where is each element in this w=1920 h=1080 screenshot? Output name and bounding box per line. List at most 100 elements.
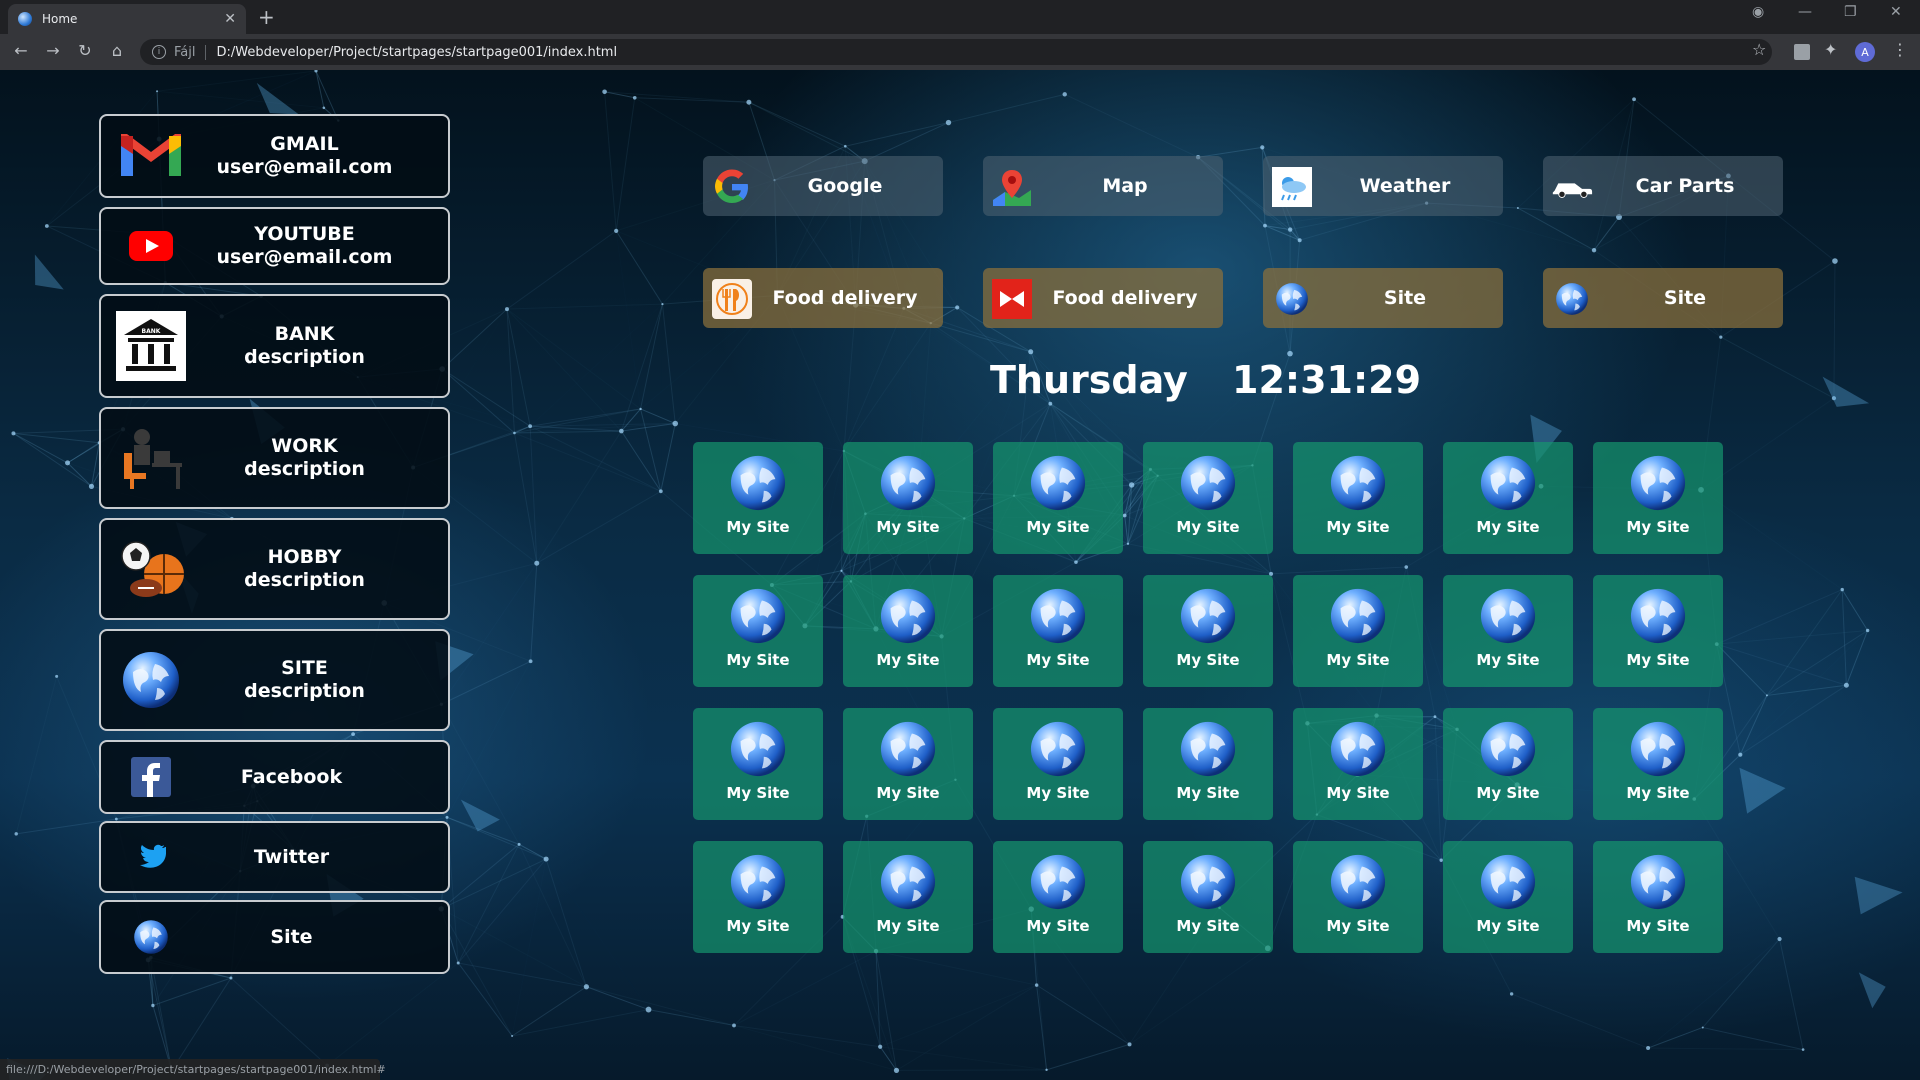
site-tile[interactable]: My Site [1143,575,1273,687]
site-tile-label: My Site [876,518,940,536]
quick-link-map[interactable]: Map [983,156,1223,216]
globe-icon [1479,720,1537,778]
quick-link-food-delivery[interactable]: Food delivery [983,268,1223,328]
browser-menu-icon[interactable]: ⋮ [1892,40,1908,59]
site-tile[interactable]: My Site [1443,575,1573,687]
close-window-icon[interactable]: ✕ [1890,4,1902,20]
site-tile[interactable]: My Site [1293,841,1423,953]
info-icon[interactable]: i [152,45,166,59]
sidebar-link-facebook[interactable]: Facebook [99,740,450,814]
minimize-icon[interactable]: — [1798,4,1812,20]
sidebar-link-youtube[interactable]: YOUTUBE user@email.com [99,207,450,285]
tab-search-icon[interactable]: ◉ [1752,4,1764,20]
quick-link-weather[interactable]: Weather [1263,156,1503,216]
sidebar-link-work[interactable]: WORK description [99,407,450,509]
sidebar-link-site[interactable]: SITE description [99,629,450,731]
globe-icon [1479,587,1537,645]
globe-icon [115,644,187,716]
sidebar-link-hobby[interactable]: HOBBY description [99,518,450,620]
globe-icon [729,587,787,645]
sidebar-link-site[interactable]: Site [99,900,450,974]
site-tile[interactable]: My Site [693,575,823,687]
quick-link-food-delivery[interactable]: Food delivery [703,268,943,328]
reload-icon[interactable]: ↻ [74,41,96,60]
site-tile[interactable]: My Site [1593,841,1723,953]
site-tile[interactable]: My Site [843,841,973,953]
site-tile[interactable]: My Site [693,841,823,953]
site-tile-label: My Site [726,651,790,669]
site-tile[interactable]: My Site [1443,442,1573,554]
globe-icon [1029,853,1087,911]
close-tab-icon[interactable]: ✕ [224,11,236,27]
site-tile[interactable]: My Site [1443,708,1573,820]
site-tile[interactable]: My Site [1593,575,1723,687]
tab-title: Home [42,12,78,26]
sidebar-link-title: GMAIL [270,133,339,155]
home-icon[interactable]: ⌂ [106,41,128,60]
sidebar-link-title: YOUTUBE [254,223,355,245]
sidebar-link-title: WORK [271,435,338,457]
quick-link-site[interactable]: Site [1543,268,1783,328]
sidebar-link-title: HOBBY [267,546,342,568]
sidebar-link-bank[interactable]: BANK BANK description [99,294,450,398]
site-tile-label: My Site [1326,784,1390,802]
site-tile[interactable]: My Site [1293,708,1423,820]
new-tab-icon[interactable]: + [258,5,275,29]
site-tile-label: My Site [1476,784,1540,802]
site-tile[interactable]: My Site [993,575,1123,687]
sidebar-link-subtitle: user@email.com [216,156,393,178]
sidebar-link-gmail[interactable]: GMAIL user@email.com [99,114,450,198]
site-tile-label: My Site [1626,651,1690,669]
site-tile[interactable]: My Site [1143,841,1273,953]
quick-link-site[interactable]: Site [1263,268,1503,328]
site-tile[interactable]: My Site [843,575,973,687]
site-tile[interactable]: My Site [843,708,973,820]
profile-avatar[interactable]: A [1855,42,1875,62]
globe-icon [1551,278,1593,320]
site-tile[interactable]: My Site [1293,575,1423,687]
site-tile-label: My Site [1626,784,1690,802]
quick-link-car-parts[interactable]: Car Parts [1543,156,1783,216]
site-tile[interactable]: My Site [1293,442,1423,554]
back-icon[interactable]: ← [10,41,32,60]
quick-link-google[interactable]: Google [703,156,943,216]
forward-icon[interactable]: → [42,41,64,60]
site-tile[interactable]: My Site [1593,442,1723,554]
site-tile[interactable]: My Site [1143,442,1273,554]
site-tile-label: My Site [1326,917,1390,935]
globe-icon [1029,720,1087,778]
globe-icon [1479,454,1537,512]
globe-icon [1029,454,1087,512]
globe-icon [1271,278,1313,320]
site-tile-label: My Site [1476,917,1540,935]
extension-icon[interactable] [1794,44,1810,60]
site-tile[interactable]: My Site [993,708,1123,820]
address-bar[interactable]: i Fájl D:/Webdeveloper/Project/startpage… [140,39,1772,65]
site-tile-label: My Site [726,917,790,935]
globe-icon [879,853,937,911]
site-tile[interactable]: My Site [693,442,823,554]
url-text[interactable]: D:/Webdeveloper/Project/startpages/start… [216,45,617,60]
bank-icon: BANK [115,310,187,382]
sidebar-link-twitter[interactable]: Twitter [99,821,450,893]
globe-icon [879,720,937,778]
site-tile[interactable]: My Site [843,442,973,554]
site-tile-label: My Site [1026,784,1090,802]
globe-icon [1029,587,1087,645]
site-tile[interactable]: My Site [1593,708,1723,820]
browser-tab[interactable]: Home ✕ [8,4,246,34]
globe-icon [1329,720,1387,778]
puzzle-extensions-icon[interactable]: ✦ [1824,40,1837,59]
restore-icon[interactable]: ❐ [1844,4,1857,20]
site-tile[interactable]: My Site [1443,841,1573,953]
globe-icon [1329,587,1387,645]
site-tile-label: My Site [1026,651,1090,669]
site-tile[interactable]: My Site [993,841,1123,953]
site-tile-label: My Site [1026,518,1090,536]
site-tile[interactable]: My Site [693,708,823,820]
globe-icon [729,853,787,911]
sidebar-link-subtitle: description [244,569,365,591]
site-tile[interactable]: My Site [1143,708,1273,820]
bookmark-star-icon[interactable]: ☆ [1752,40,1766,59]
site-tile[interactable]: My Site [993,442,1123,554]
